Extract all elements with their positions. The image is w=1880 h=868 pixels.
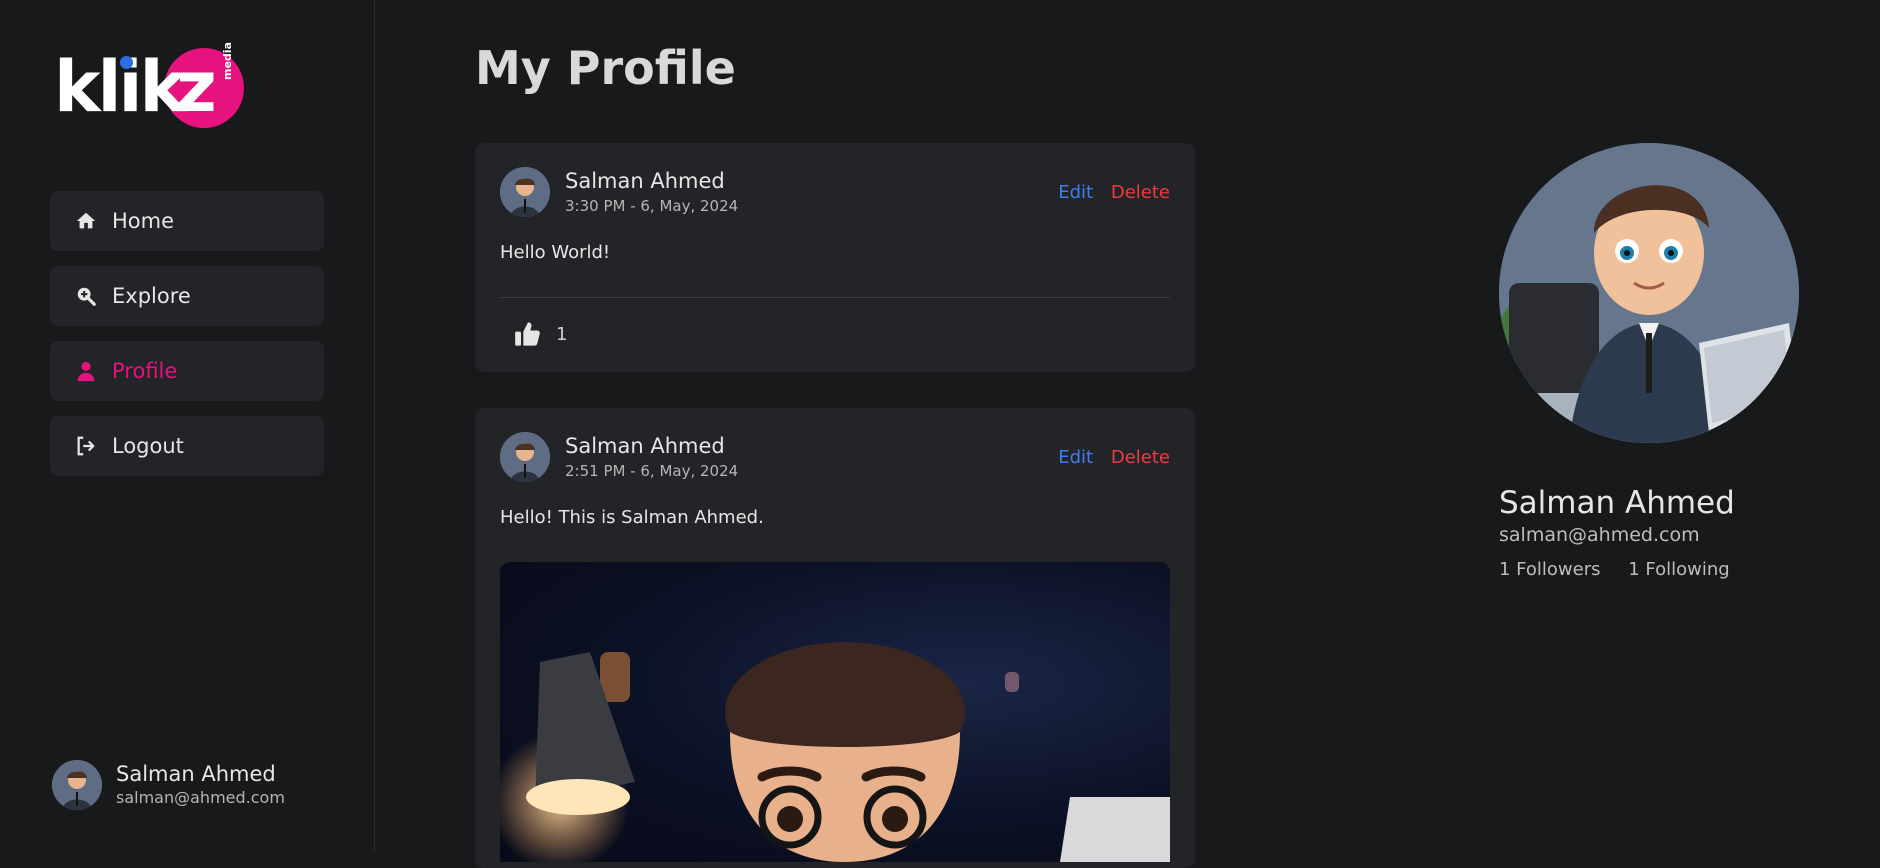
sidebar: klik z media Home Explore Profile Logout… [0, 0, 375, 851]
post-divider [500, 297, 1170, 298]
following-link[interactable]: 1 Following [1628, 559, 1729, 580]
followers-link[interactable]: 1 Followers [1499, 559, 1601, 580]
current-user-card[interactable]: Salman Ahmed salman@ahmed.com [52, 760, 285, 810]
nav-item-label: Home [112, 209, 175, 233]
post-text: Hello! This is Salman Ahmed. [500, 507, 764, 528]
current-user-email: salman@ahmed.com [116, 788, 285, 807]
home-icon [74, 209, 98, 233]
logo-text: klik [54, 46, 186, 128]
delete-post-button[interactable]: Delete [1111, 447, 1170, 468]
nav-item-explore[interactable]: Explore [50, 266, 324, 326]
post-card: Salman Ahmed 3:30 PM - 6, May, 2024 Edit… [475, 143, 1195, 372]
avatar[interactable] [500, 167, 550, 217]
post-text: Hello World! [500, 242, 611, 263]
like-count: 1 [556, 323, 568, 345]
nav-item-profile[interactable]: Profile [50, 341, 324, 401]
edit-post-button[interactable]: Edit [1058, 447, 1093, 468]
post-author-name[interactable]: Salman Ahmed [565, 168, 1058, 194]
profile-photo[interactable] [1499, 143, 1799, 443]
avatar [52, 760, 102, 810]
post-timestamp: 2:51 PM - 6, May, 2024 [565, 462, 739, 480]
post-image[interactable] [500, 562, 1170, 862]
nav-item-logout[interactable]: Logout [50, 416, 324, 476]
profile-name: Salman Ahmed [1499, 485, 1735, 521]
page-title: My Profile [475, 41, 736, 95]
profile-stats: 1 Followers 1 Following [1499, 557, 1752, 583]
nav-item-label: Profile [112, 359, 178, 383]
search-plus-icon [74, 284, 98, 308]
avatar[interactable] [500, 432, 550, 482]
logo-subtext: media [221, 42, 234, 80]
post-author-name[interactable]: Salman Ahmed [565, 433, 1058, 459]
logo-z: z [176, 46, 217, 128]
nav-item-label: Logout [112, 434, 184, 458]
main-nav: Home Explore Profile Logout [50, 191, 324, 491]
logout-icon [74, 434, 98, 458]
profile-email: salman@ahmed.com [1499, 524, 1700, 546]
nav-item-home[interactable]: Home [50, 191, 324, 251]
user-icon [74, 359, 98, 383]
delete-post-button[interactable]: Delete [1111, 182, 1170, 203]
thumbs-up-icon[interactable] [514, 320, 542, 348]
post-timestamp: 3:30 PM - 6, May, 2024 [565, 197, 739, 215]
logo-dot [120, 56, 133, 69]
post-card: Salman Ahmed 2:51 PM - 6, May, 2024 Edit… [475, 408, 1195, 868]
brand-logo[interactable]: klik z media [54, 42, 244, 128]
nav-item-label: Explore [112, 284, 191, 308]
edit-post-button[interactable]: Edit [1058, 182, 1093, 203]
current-user-name: Salman Ahmed [116, 762, 276, 786]
